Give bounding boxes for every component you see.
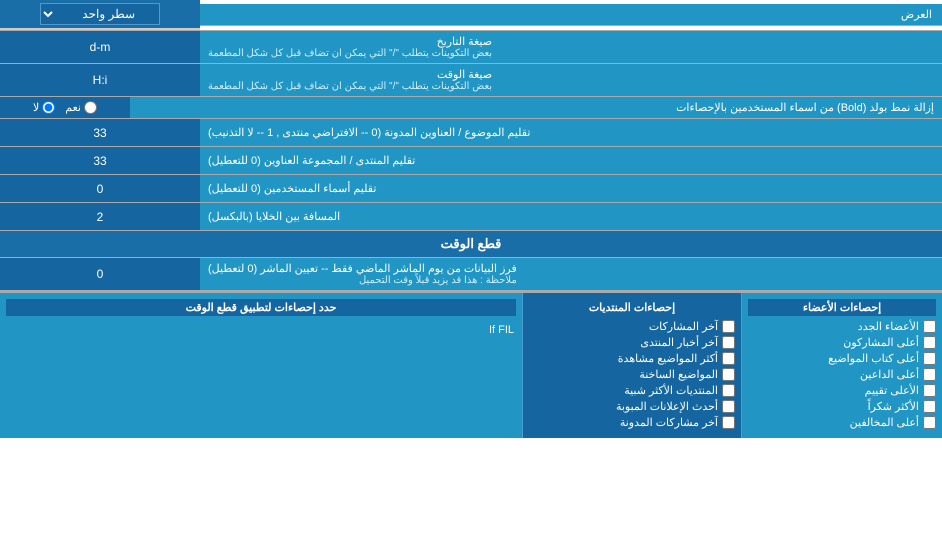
time-format-field[interactable] bbox=[6, 73, 194, 87]
latest-classifieds-checkbox[interactable] bbox=[722, 400, 735, 413]
checkbox-most-similar-forums: المنتديات الأكثر شبية bbox=[529, 384, 735, 397]
date-format-label: صيغة التاريخ بعض التكوينات يتطلب "/" الت… bbox=[200, 31, 942, 63]
checkbox-last-posts: آخر المشاركات bbox=[529, 320, 735, 333]
topic-sort-input-wrapper bbox=[0, 119, 200, 146]
top-inviters-checkbox[interactable] bbox=[923, 368, 936, 381]
checkbox-last-blog-posts: آخر مشاركات المدونة bbox=[529, 416, 735, 429]
time-cut-section-header: قطع الوقت bbox=[0, 231, 942, 258]
time-cut-input-wrapper bbox=[0, 258, 200, 290]
stats-forums-header: إحصاءات المنتديات bbox=[529, 299, 735, 316]
checkbox-new-members: الأعضاء الجدد bbox=[748, 320, 936, 333]
top-rated-checkbox[interactable] bbox=[923, 384, 936, 397]
new-members-checkbox[interactable] bbox=[923, 320, 936, 333]
bold-no-option[interactable]: لا bbox=[33, 101, 55, 114]
bold-yes-radio[interactable] bbox=[84, 101, 97, 114]
stats-members-header: إحصاءات الأعضاء bbox=[748, 299, 936, 316]
user-names-label: تقليم أسماء المستخدمين (0 للتعطيل) bbox=[200, 175, 942, 202]
time-cut-label: فرز البيانات من يوم الماشر الماضي فقط --… bbox=[200, 258, 942, 290]
forum-sort-label: تقليم المنتدى / المجموعة العناوين (0 للت… bbox=[200, 147, 942, 174]
most-similar-forums-checkbox[interactable] bbox=[722, 384, 735, 397]
display-label: العرض bbox=[200, 4, 942, 26]
checkbox-most-viewed: أكثر المواضيع مشاهدة bbox=[529, 352, 735, 365]
display-dropdown[interactable]: سطر واحد سطرين ثلاثة أسطر bbox=[40, 3, 160, 25]
cell-spacing-label: المسافة بين الخلايا (بالبكسل) bbox=[200, 203, 942, 230]
most-viewed-checkbox[interactable] bbox=[722, 352, 735, 365]
forum-sort-input-wrapper bbox=[0, 147, 200, 174]
apply-time-column: حدد إحصاءات لتطبيق قطع الوقت If FIL bbox=[0, 293, 522, 438]
cell-spacing-field[interactable] bbox=[6, 210, 194, 224]
apply-time-header: حدد إحصاءات لتطبيق قطع الوقت bbox=[6, 299, 516, 316]
if-fil-label: If FIL bbox=[6, 320, 516, 340]
checkbox-latest-classifieds: أحدث الإعلانات المبوبة bbox=[529, 400, 735, 413]
bold-remove-options: نعم لا bbox=[0, 97, 130, 118]
last-blog-posts-checkbox[interactable] bbox=[722, 416, 735, 429]
forum-sort-field[interactable] bbox=[6, 154, 194, 168]
stats-members-column: إحصاءات الأعضاء الأعضاء الجدد أعلى المشا… bbox=[742, 293, 942, 438]
checkbox-hot-topics: المواضيع الساخنة bbox=[529, 368, 735, 381]
checkbox-forum-news: آخر أخبار المنتدى bbox=[529, 336, 735, 349]
checkbox-top-rated: الأعلى تقييم bbox=[748, 384, 936, 397]
forum-news-checkbox[interactable] bbox=[722, 336, 735, 349]
bold-remove-label: إزالة نمط بولد (Bold) من اسماء المستخدمي… bbox=[130, 97, 942, 118]
top-violators-checkbox[interactable] bbox=[923, 416, 936, 429]
bottom-stats-area: إحصاءات الأعضاء الأعضاء الجدد أعلى المشا… bbox=[0, 291, 942, 438]
topic-sort-label: تقليم الموضوع / العناوين المدونة (0 -- ا… bbox=[200, 119, 942, 146]
last-posts-checkbox[interactable] bbox=[722, 320, 735, 333]
checkbox-top-inviters: أعلى الداعين bbox=[748, 368, 936, 381]
stats-forums-column: إحصاءات المنتديات آخر المشاركات آخر أخبا… bbox=[522, 293, 742, 438]
bold-yes-option[interactable]: نعم bbox=[65, 101, 97, 114]
bold-remove-row: إزالة نمط بولد (Bold) من اسماء المستخدمي… bbox=[0, 97, 942, 119]
top-topic-writers-checkbox[interactable] bbox=[923, 352, 936, 365]
cell-spacing-input-wrapper bbox=[0, 203, 200, 230]
date-format-input-wrapper bbox=[0, 31, 200, 63]
top-posters-checkbox[interactable] bbox=[923, 336, 936, 349]
time-format-label: صيغة الوقت بعض التكوينات يتطلب "/" التي … bbox=[200, 64, 942, 96]
hot-topics-checkbox[interactable] bbox=[722, 368, 735, 381]
checkbox-top-posters: أعلى المشاركون bbox=[748, 336, 936, 349]
date-format-field[interactable] bbox=[6, 40, 194, 54]
bold-no-radio[interactable] bbox=[42, 101, 55, 114]
time-format-input-wrapper bbox=[0, 64, 200, 96]
topic-sort-field[interactable] bbox=[6, 126, 194, 140]
checkbox-most-thanks: الأكثر شكراً bbox=[748, 400, 936, 413]
checkbox-top-violators: أعلى المخالفين bbox=[748, 416, 936, 429]
checkbox-top-topic-writers: أعلى كتاب المواضيع bbox=[748, 352, 936, 365]
user-names-field[interactable] bbox=[6, 182, 194, 196]
most-thanks-checkbox[interactable] bbox=[923, 400, 936, 413]
user-names-input-wrapper bbox=[0, 175, 200, 202]
time-cut-field[interactable] bbox=[6, 267, 194, 281]
